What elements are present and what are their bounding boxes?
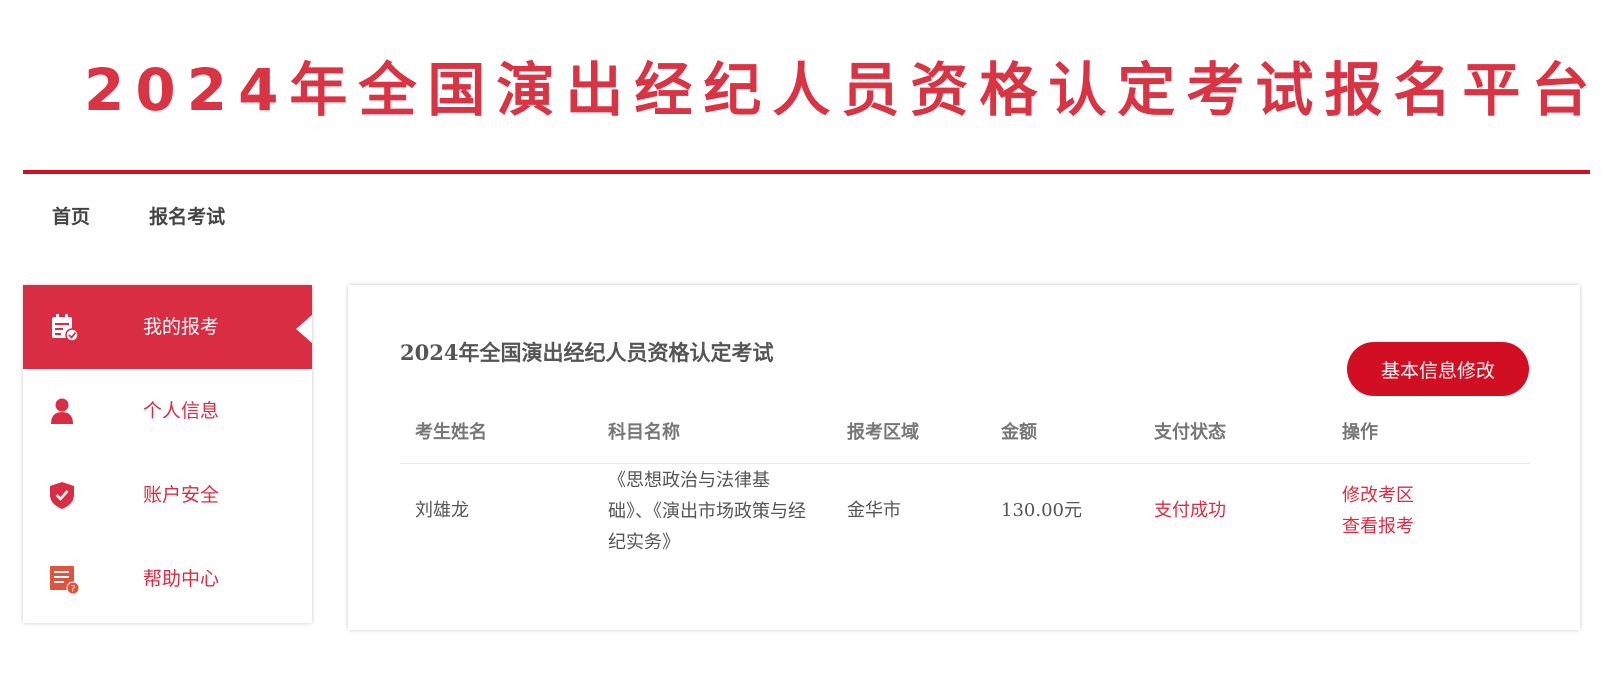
column-header-region: 报考区域 (847, 422, 919, 443)
change-exam-area-link[interactable]: 修改考区 (1342, 480, 1414, 511)
sidebar: 我的报考 个人信息 账户安全 ? 帮助中心 (23, 285, 312, 623)
cell-region: 金华市 (847, 500, 901, 521)
sidebar-item-label: 个人信息 (143, 400, 220, 422)
column-header-name: 考生姓名 (415, 422, 487, 443)
sidebar-item-label: 账户安全 (143, 484, 220, 506)
column-header-actions: 操作 (1342, 422, 1378, 443)
nav-home-link[interactable]: 首页 (52, 202, 90, 232)
sidebar-item-my-exams[interactable]: 我的报考 (23, 285, 312, 369)
sidebar-item-personal-info[interactable]: 个人信息 (23, 369, 312, 453)
cell-payment-status: 支付成功 (1154, 500, 1226, 521)
sidebar-item-account-security[interactable]: 账户安全 (23, 453, 312, 537)
svg-text:?: ? (71, 585, 76, 595)
view-registration-link[interactable]: 查看报考 (1342, 511, 1414, 542)
column-header-payment-status: 支付状态 (1154, 422, 1226, 443)
cell-subject: 《思想政治与法律基础》、《演出市场政策与经纪实务》 (608, 470, 806, 553)
sidebar-item-help-center[interactable]: ? 帮助中心 (23, 537, 312, 621)
top-nav: 首页 报名考试 (52, 202, 279, 232)
site-title: 2024年全国演出经纪人员资格认定考试报名平台 (84, 56, 1601, 124)
exam-panel: 2024年全国演出经纪人员资格认定考试 基本信息修改 考生姓名 科目名称 报考区… (348, 285, 1580, 630)
sidebar-item-label: 帮助中心 (143, 568, 220, 590)
header-banner: 2024年全国演出经纪人员资格认定考试报名平台 (0, 0, 1613, 174)
shield-check-icon (49, 480, 79, 510)
sidebar-item-label: 我的报考 (143, 316, 220, 338)
calendar-check-icon (49, 312, 79, 342)
table-header: 考生姓名 科目名称 报考区域 金额 支付状态 操作 (400, 413, 1530, 464)
column-header-subject: 科目名称 (608, 422, 680, 443)
help-document-icon: ? (49, 564, 80, 595)
exam-title: 2024年全国演出经纪人员资格认定考试 (400, 340, 774, 365)
header-divider (23, 170, 1590, 174)
cell-amount: 130.00元 (1001, 500, 1082, 521)
cell-actions: 修改考区 查看报考 (1342, 480, 1414, 542)
user-icon (49, 396, 79, 426)
column-header-amount: 金额 (1001, 422, 1037, 443)
edit-basic-info-button[interactable]: 基本信息修改 (1347, 342, 1529, 396)
table-row: 刘雄龙 《思想政治与法律基础》、《演出市场政策与经纪实务》 金华市 130.00… (400, 465, 1530, 575)
cell-name: 刘雄龙 (415, 500, 469, 521)
nav-exam-registration-link[interactable]: 报名考试 (149, 202, 225, 232)
